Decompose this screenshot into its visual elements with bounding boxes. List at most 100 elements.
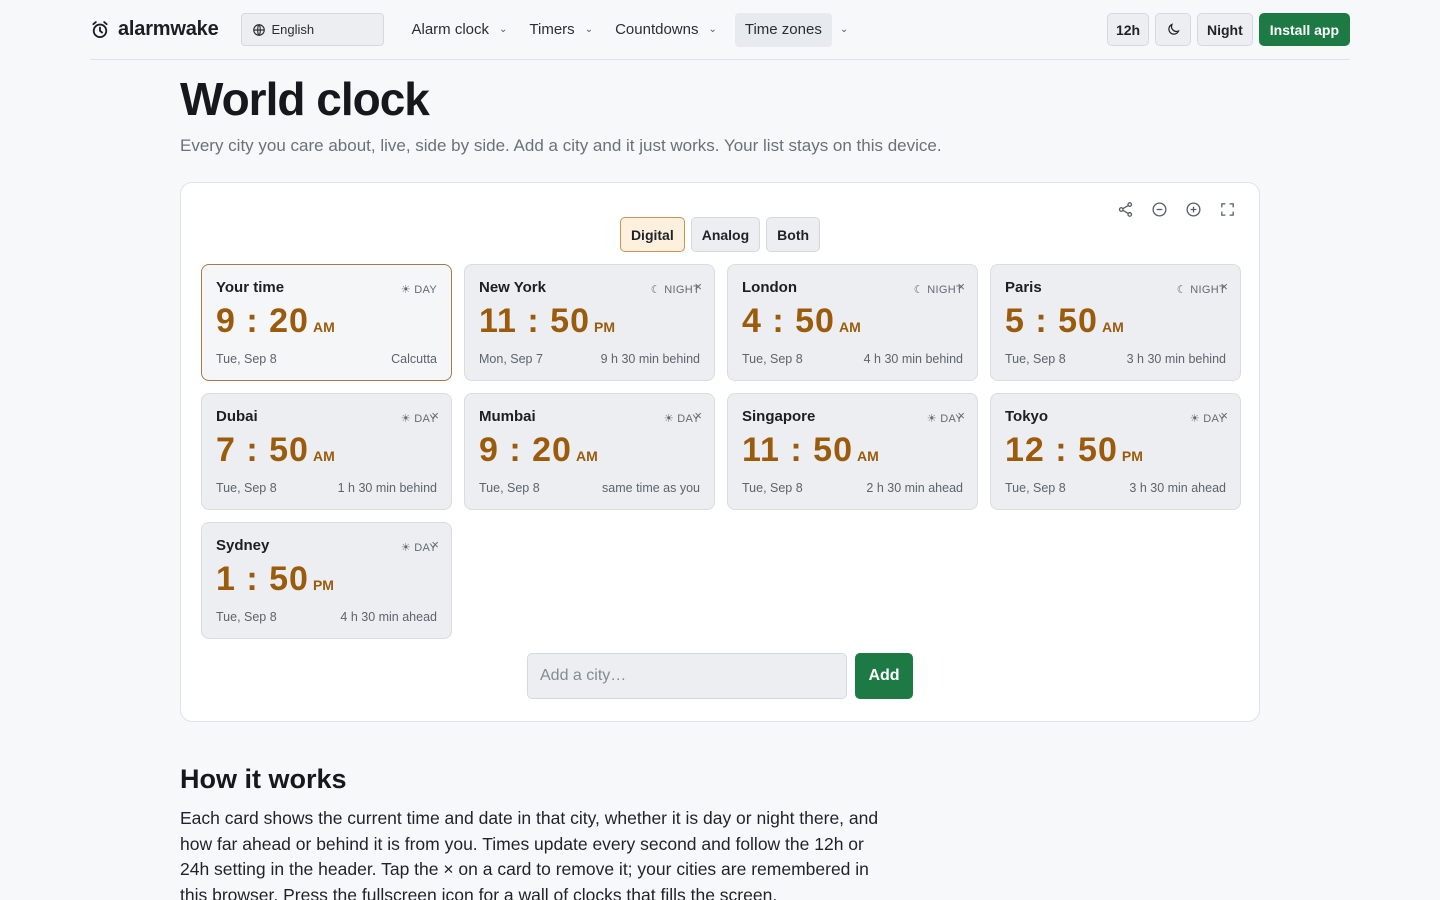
card-ampm: AM <box>838 319 861 335</box>
card-time: 9 : 20 AM <box>216 302 437 341</box>
card-date: Tue, Sep 8 <box>479 481 540 495</box>
nav-label: Alarm clock <box>411 21 490 38</box>
card-date: Tue, Sep 8 <box>1005 352 1066 366</box>
moon-icon <box>1167 23 1180 35</box>
main-nav: Alarm clock ⌄ Timers ⌄ Countdowns ⌄ Time… <box>408 12 857 47</box>
panel-tools <box>1115 199 1237 219</box>
remove-card-icon[interactable]: × <box>431 408 439 423</box>
card-footer: Tue, Sep 8 3 h 30 min behind <box>1005 352 1226 366</box>
remove-card-icon[interactable]: × <box>957 279 965 294</box>
card-diff: 9 h 30 min behind <box>600 352 700 366</box>
nav-timers[interactable]: Timers ⌄ <box>525 13 605 47</box>
remove-card-icon[interactable]: × <box>431 537 439 552</box>
card-clock: 11 : 50 <box>479 302 590 340</box>
remove-card-icon[interactable]: × <box>694 279 702 294</box>
nav-time-zones[interactable]: Time zones <box>734 12 832 47</box>
card-diff: 2 h 30 min ahead <box>866 481 963 495</box>
clock-card-singapore: Singapore ☀ DAY × 11 : 50 AM Tue, Sep 8 … <box>727 393 978 510</box>
card-footer: Tue, Sep 8 same time as you <box>479 481 700 495</box>
card-diff: Calcutta <box>391 352 437 366</box>
card-date: Tue, Sep 8 <box>216 352 277 366</box>
card-clock: 9 : 20 <box>479 431 572 469</box>
card-diff: 1 h 30 min behind <box>337 481 437 495</box>
clock-grid: Your time ☀ DAY 9 : 20 AM Tue, Sep 8 Cal… <box>201 264 1241 639</box>
card-ampm: AM <box>575 448 598 464</box>
card-time: 11 : 50 PM <box>479 302 700 341</box>
clock-card-your-time: Your time ☀ DAY 9 : 20 AM Tue, Sep 8 Cal… <box>201 264 452 381</box>
chevron-down-icon: ⌄ <box>499 24 508 35</box>
chevron-down-icon[interactable]: ⌄ <box>840 24 848 35</box>
how-it-works-title: How it works <box>180 764 347 794</box>
nav-countdowns[interactable]: Countdowns ⌄ <box>611 13 729 47</box>
day-night-indicator: ☾ NIGHT <box>650 284 700 296</box>
remove-card-icon[interactable]: × <box>957 408 965 423</box>
card-diff: 4 h 30 min ahead <box>340 610 437 624</box>
card-footer: Mon, Sep 7 9 h 30 min behind <box>479 352 700 366</box>
remove-card-icon[interactable]: × <box>1220 279 1228 294</box>
logo[interactable]: alarmwake <box>90 18 219 41</box>
nav-label: Countdowns <box>615 21 699 38</box>
chevron-down-icon: ⌄ <box>708 24 717 35</box>
card-time: 1 : 50 PM <box>216 560 437 599</box>
remove-card-icon[interactable]: × <box>694 408 702 423</box>
card-clock: 9 : 20 <box>216 302 309 340</box>
view-analog-button[interactable]: Analog <box>690 217 761 252</box>
clock-card-london: London ☾ NIGHT × 4 : 50 AM Tue, Sep 8 4 … <box>727 264 978 381</box>
card-clock: 11 : 50 <box>742 431 853 469</box>
clock-card-sydney: Sydney ☀ DAY × 1 : 50 PM Tue, Sep 8 4 h … <box>201 522 452 639</box>
app-name: alarmwake <box>118 18 219 40</box>
card-date: Tue, Sep 8 <box>742 352 803 366</box>
remove-card-icon[interactable]: × <box>1220 408 1228 423</box>
add-city-input[interactable] <box>527 653 847 699</box>
card-ampm: AM <box>312 319 335 335</box>
card-clock: 5 : 50 <box>1005 302 1098 340</box>
fullscreen-icon[interactable] <box>1217 199 1237 219</box>
nav-label: Timers <box>529 21 575 38</box>
day-night-indicator: ☾ NIGHT <box>913 284 963 296</box>
add-city-row: Add <box>527 653 913 699</box>
day-night-indicator: ☾ NIGHT <box>1176 284 1226 296</box>
header-actions: 12h Night Install app <box>1107 13 1350 46</box>
theme-toggle-button[interactable] <box>1155 13 1191 46</box>
share-icon[interactable] <box>1115 199 1135 219</box>
language-select[interactable]: English <box>240 13 384 46</box>
card-footer: Tue, Sep 8 2 h 30 min ahead <box>742 481 963 495</box>
card-time: 5 : 50 AM <box>1005 302 1226 341</box>
zoom-out-icon[interactable] <box>1149 199 1169 219</box>
card-diff: same time as you <box>602 481 700 495</box>
page-subtitle: Every city you care about, live, side by… <box>180 136 942 155</box>
card-ampm: PM <box>312 577 334 593</box>
card-date: Tue, Sep 8 <box>1005 481 1066 495</box>
view-digital-button[interactable]: Digital <box>619 217 685 252</box>
card-date: Tue, Sep 8 <box>742 481 803 495</box>
world-clock-panel: Digital Analog Both Your time ☀ DAY 9 : … <box>180 182 1260 722</box>
card-time: 4 : 50 AM <box>742 302 963 341</box>
card-footer: Tue, Sep 8 1 h 30 min behind <box>216 481 437 495</box>
clock-card-paris: Paris ☾ NIGHT × 5 : 50 AM Tue, Sep 8 3 h… <box>990 264 1241 381</box>
nav-alarm-clock[interactable]: Alarm clock ⌄ <box>408 13 520 47</box>
view-mode-toggle: Digital Analog Both <box>181 217 1259 252</box>
card-time: 9 : 20 AM <box>479 431 700 470</box>
alarm-clock-icon <box>92 20 108 38</box>
clock-card-dubai: Dubai ☀ DAY × 7 : 50 AM Tue, Sep 8 1 h 3… <box>201 393 452 510</box>
add-city-button[interactable]: Add <box>855 653 913 699</box>
card-diff: 3 h 30 min behind <box>1126 352 1226 366</box>
card-ampm: AM <box>856 448 879 464</box>
card-time: 11 : 50 AM <box>742 431 963 470</box>
zoom-in-icon[interactable] <box>1183 199 1203 219</box>
view-both-button[interactable]: Both <box>766 217 821 252</box>
card-footer: Tue, Sep 8 3 h 30 min ahead <box>1005 481 1226 495</box>
card-ampm: PM <box>593 319 615 335</box>
card-footer: Tue, Sep 8 4 h 30 min ahead <box>216 610 437 624</box>
day-night-indicator: ☀ DAY <box>400 284 437 296</box>
install-app-button[interactable]: Install app <box>1258 13 1350 46</box>
globe-icon <box>252 23 265 36</box>
night-mode-button[interactable]: Night <box>1197 13 1253 46</box>
card-ampm: PM <box>1121 448 1143 464</box>
card-diff: 3 h 30 min ahead <box>1129 481 1226 495</box>
card-date: Mon, Sep 7 <box>479 352 543 366</box>
card-time: 12 : 50 PM <box>1005 431 1226 470</box>
how-it-works-body: Each card shows the current time and dat… <box>180 808 879 900</box>
time-format-button[interactable]: 12h <box>1107 13 1149 46</box>
card-time: 7 : 50 AM <box>216 431 437 470</box>
